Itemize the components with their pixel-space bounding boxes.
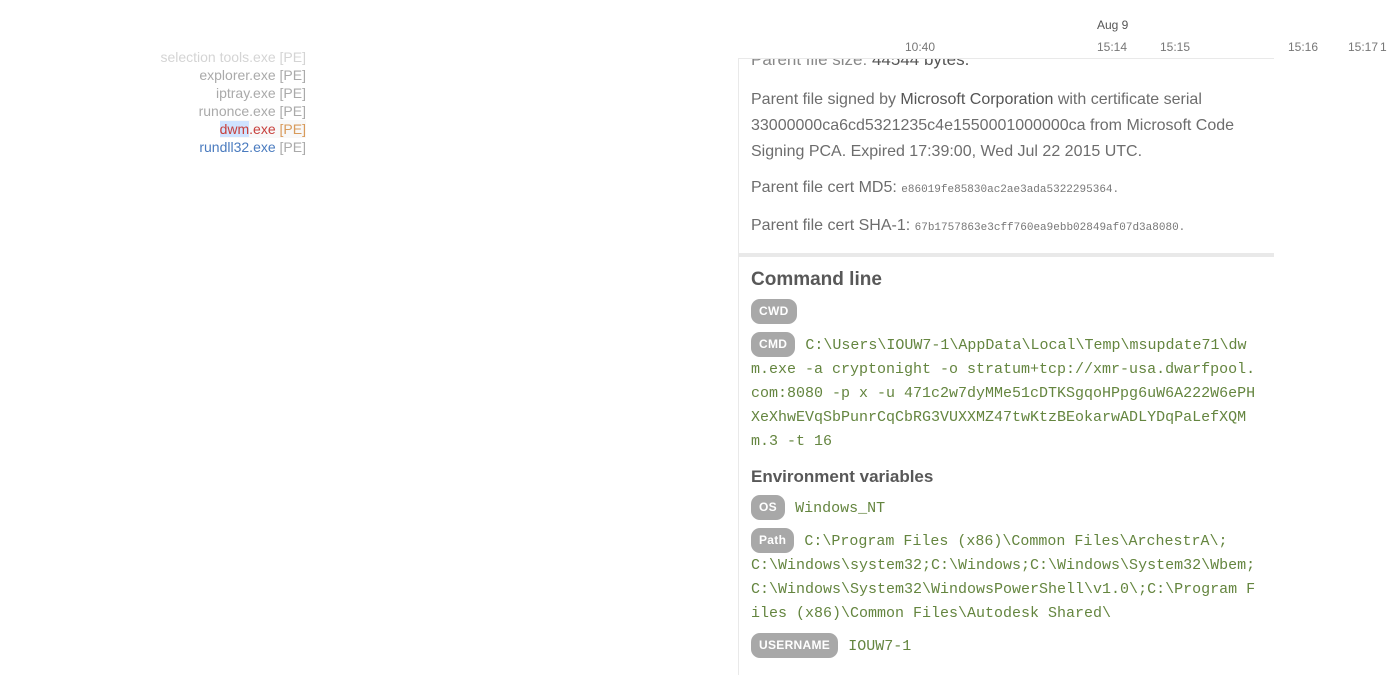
cwd-pill: CWD bbox=[751, 299, 797, 324]
detail-panel: Parent file size: 44544 bytes. Parent fi… bbox=[738, 58, 1274, 675]
tree-item[interactable]: explorer.exe [PE] bbox=[0, 66, 310, 84]
cmd-row: CMD C:\Users\IOUW7-1\AppData\Local\Temp\… bbox=[751, 332, 1262, 453]
cwd-row: CWD bbox=[751, 299, 1262, 324]
tree-item[interactable]: rundll32.exe [PE] bbox=[0, 138, 310, 156]
timeline-tick: 10:40 bbox=[905, 40, 935, 54]
timeline-tick: 15:16 bbox=[1288, 40, 1318, 54]
env-path-row: Path C:\Program Files (x86)\Common Files… bbox=[751, 528, 1262, 625]
tree-item-selected[interactable]: dwm.exe [PE] bbox=[0, 120, 310, 138]
timeline-tick: 15:14 bbox=[1097, 40, 1127, 54]
username-pill: USERNAME bbox=[751, 633, 838, 658]
parent-cert-md5: Parent file cert MD5: e86019fe85830ac2ae… bbox=[751, 175, 1262, 203]
process-tree: selection tools.exe [PE] explorer.exe [P… bbox=[0, 50, 310, 156]
tree-item[interactable]: selection tools.exe [PE] bbox=[0, 48, 310, 66]
tree-item[interactable]: iptray.exe [PE] bbox=[0, 84, 310, 102]
timeline-tick: 15:15 bbox=[1160, 40, 1190, 54]
path-pill: Path bbox=[751, 528, 794, 553]
parent-signed: Parent file signed by Microsoft Corporat… bbox=[751, 87, 1262, 165]
parent-file-size: Parent file size: 44544 bytes. bbox=[751, 58, 1262, 70]
cmd-pill: CMD bbox=[751, 332, 795, 357]
commandline-header: Command line bbox=[751, 269, 1262, 291]
timeline-date: Aug 9 bbox=[1097, 18, 1128, 32]
env-user-row: USERNAME IOUW7-1 bbox=[751, 633, 1262, 658]
cmd-value[interactable]: C:\Users\IOUW7-1\AppData\Local\Temp\msup… bbox=[751, 337, 1255, 450]
timeline-tick: 15:17 bbox=[1348, 40, 1378, 54]
env-header: Environment variables bbox=[751, 467, 1262, 487]
parent-cert-sha1: Parent file cert SHA-1: 67b1757863e3cff7… bbox=[751, 213, 1262, 241]
tree-item[interactable]: runonce.exe [PE] bbox=[0, 102, 310, 120]
env-os-row: OS Windows_NT bbox=[751, 495, 1262, 520]
timeline-tick: 15 bbox=[1380, 40, 1387, 54]
os-pill: OS bbox=[751, 495, 785, 520]
